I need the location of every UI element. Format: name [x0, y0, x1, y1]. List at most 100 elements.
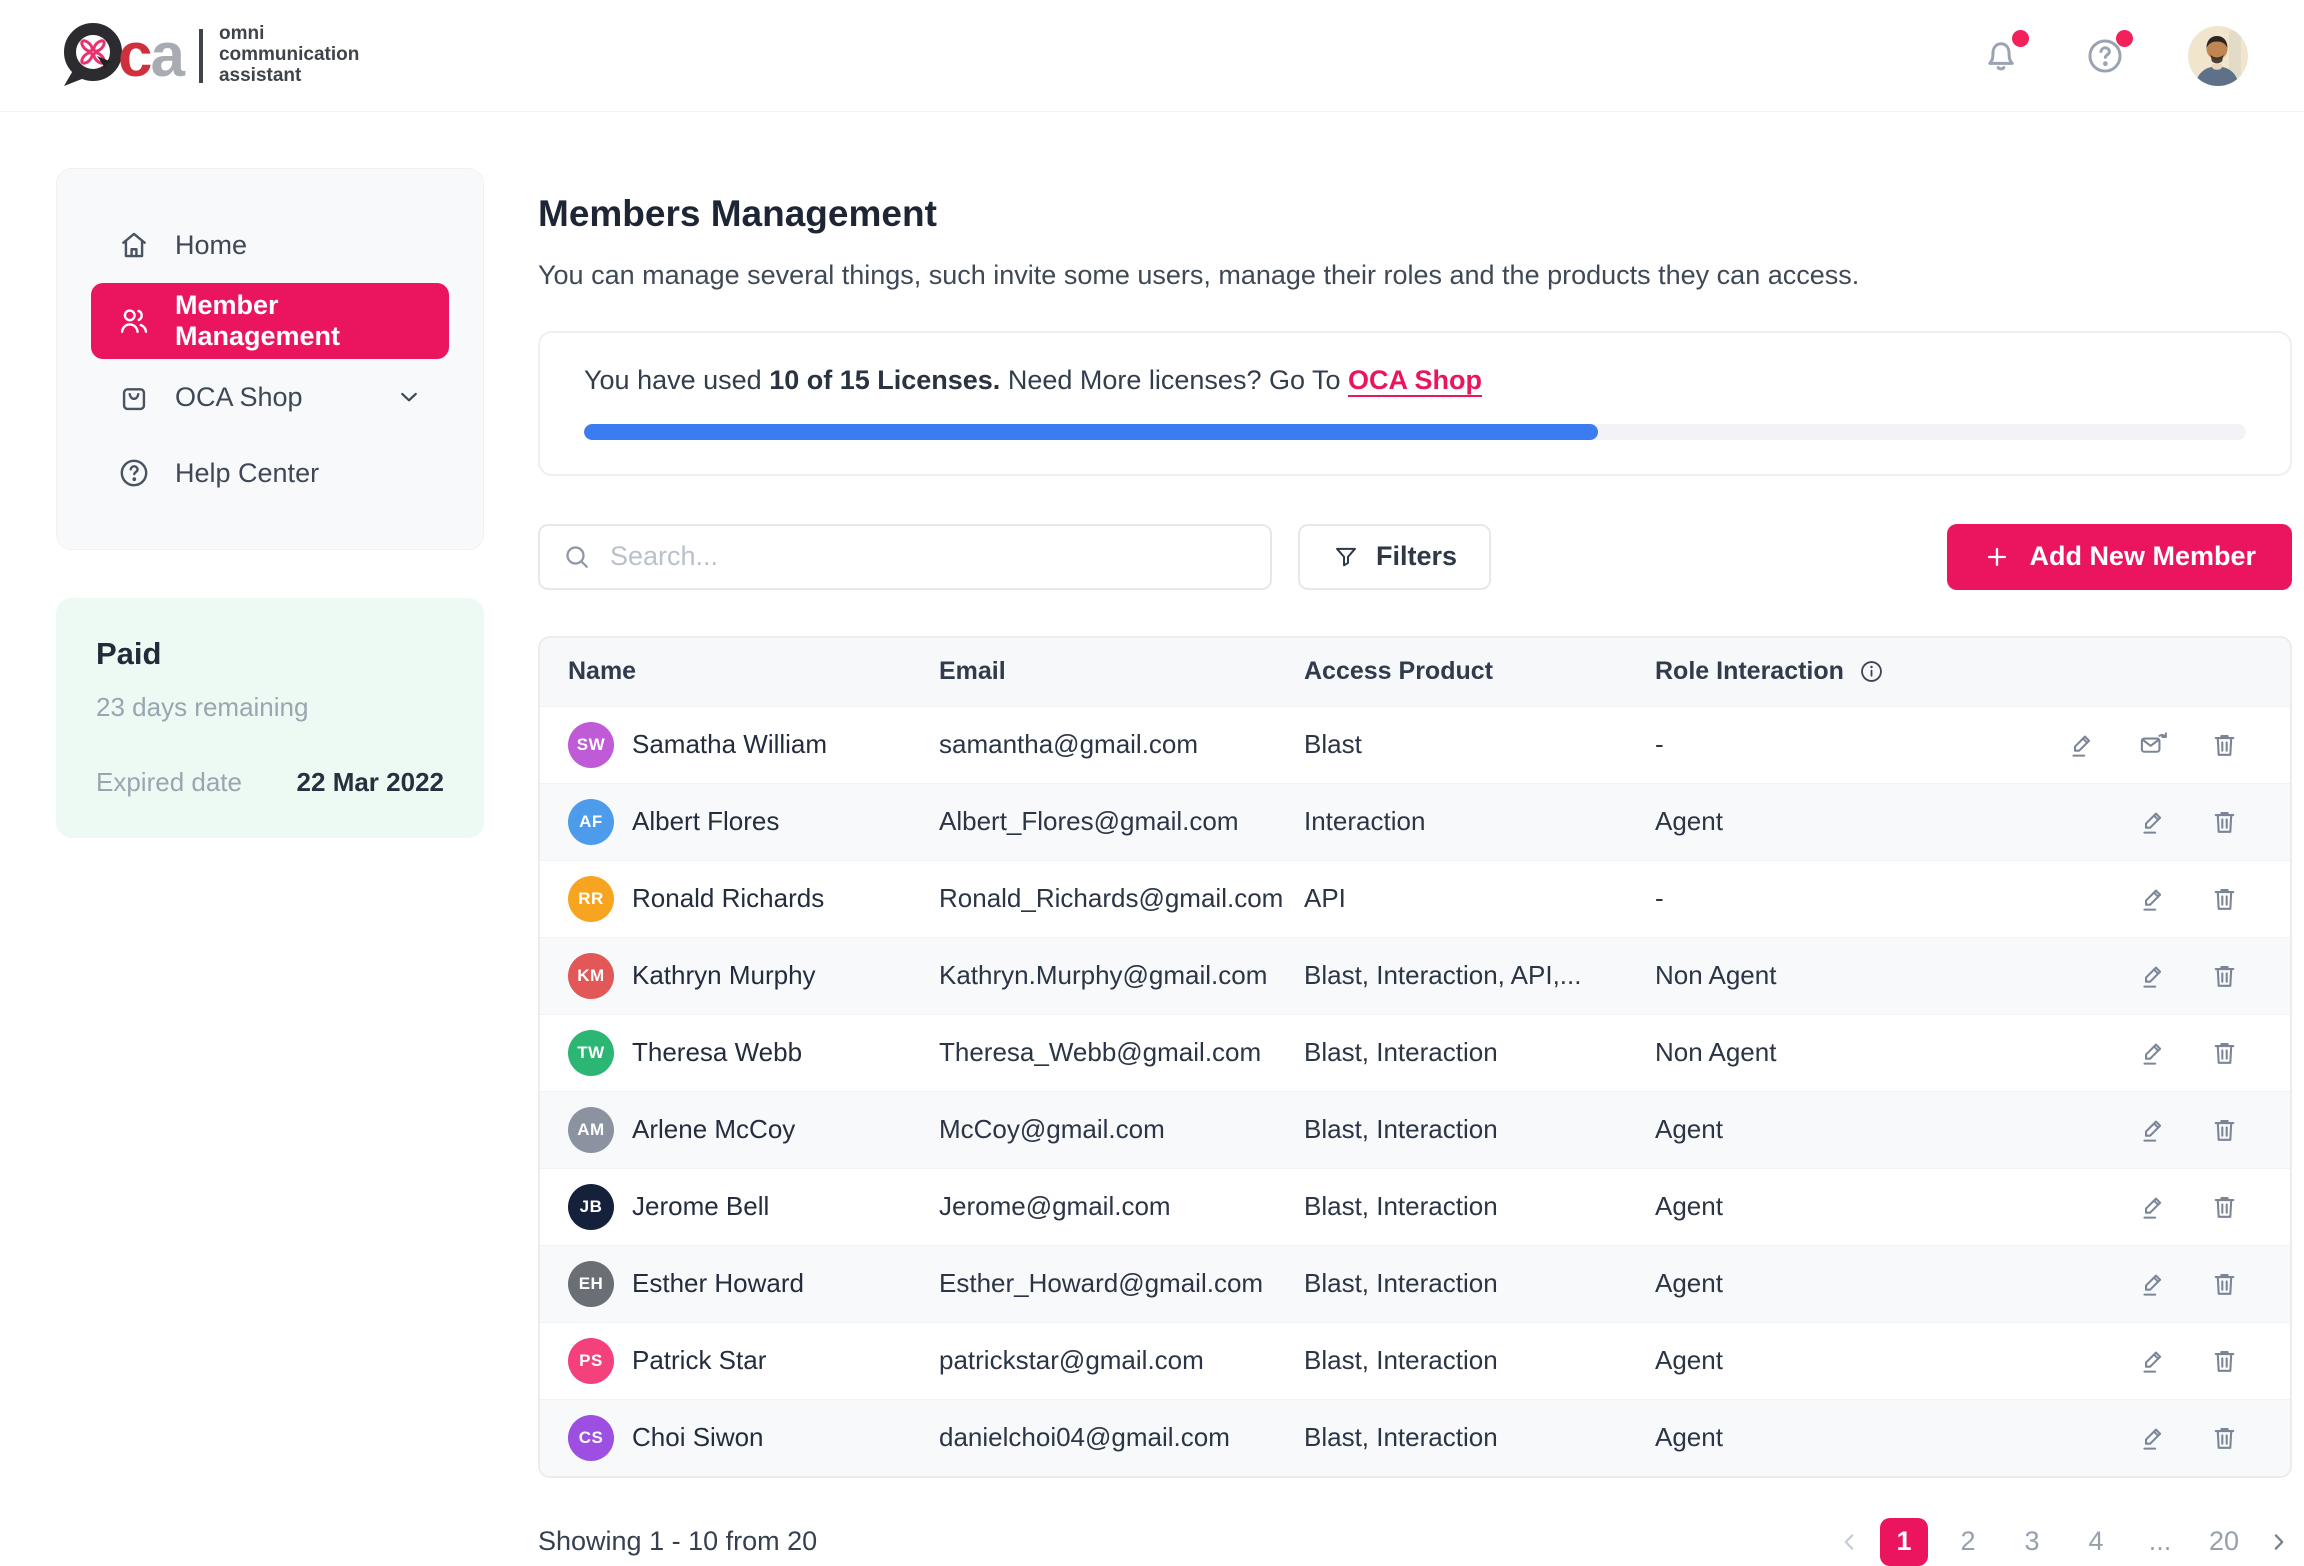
user-avatar[interactable] [2188, 26, 2248, 86]
member-avatar: AF [568, 799, 614, 845]
page-button-4[interactable]: 4 [2072, 1518, 2120, 1566]
next-page-button[interactable] [2264, 1528, 2292, 1556]
brand-divider [199, 29, 203, 83]
subscription-remaining: 23 days remaining [96, 692, 444, 723]
member-avatar: RR [568, 876, 614, 922]
edit-icon [2067, 729, 2098, 760]
delete-member-button[interactable] [2209, 1345, 2240, 1376]
delete-member-button[interactable] [2209, 1268, 2240, 1299]
edit-member-button[interactable] [2138, 806, 2169, 837]
sidebar-nav: Home Member Management OCA Shop [56, 168, 484, 550]
edit-icon [2138, 806, 2169, 837]
table-row: JB Jerome Bell Jerome@gmail.com Blast, I… [540, 1168, 2290, 1245]
brand-logo: c a omni communication assistant [56, 20, 359, 92]
page-button-3[interactable]: 3 [2008, 1518, 2056, 1566]
license-progress-track [584, 424, 2246, 440]
edit-icon [2138, 960, 2169, 991]
help-icon[interactable] [2084, 35, 2126, 77]
edit-icon [2138, 883, 2169, 914]
delete-member-button[interactable] [2209, 1037, 2240, 1068]
member-access: Blast, Interaction, API,... [1304, 960, 1655, 991]
sidebar-item-home[interactable]: Home [91, 207, 449, 283]
member-email: samantha@gmail.com [939, 729, 1304, 760]
column-header-access: Access Product [1304, 657, 1655, 686]
edit-member-button[interactable] [2138, 883, 2169, 914]
table-body: SW Samatha William samantha@gmail.com Bl… [540, 706, 2290, 1476]
edit-icon [2138, 1191, 2169, 1222]
member-email: Jerome@gmail.com [939, 1191, 1304, 1222]
edit-member-button[interactable] [2138, 1345, 2169, 1376]
sidebar-item-help-center[interactable]: Help Center [91, 435, 449, 511]
page-button-2[interactable]: 2 [1944, 1518, 1992, 1566]
subscription-status: Paid [96, 636, 444, 672]
trash-icon [2209, 1268, 2240, 1299]
chevron-down-icon[interactable] [395, 383, 423, 411]
edit-member-button[interactable] [2138, 1037, 2169, 1068]
search-input[interactable] [608, 540, 1248, 573]
page-button-1[interactable]: 1 [1880, 1518, 1928, 1566]
delete-member-button[interactable] [2209, 729, 2240, 760]
member-email: Esther_Howard@gmail.com [939, 1268, 1304, 1299]
member-access: API [1304, 883, 1655, 914]
delete-member-button[interactable] [2209, 883, 2240, 914]
delete-member-button[interactable] [2209, 1191, 2240, 1222]
member-name: Albert Flores [632, 806, 779, 837]
help-badge [2116, 30, 2133, 47]
edit-member-button[interactable] [2138, 960, 2169, 991]
main-content: Members Management You can manage severa… [538, 168, 2292, 1566]
shop-bag-icon [117, 380, 151, 414]
edit-member-button[interactable] [2138, 1191, 2169, 1222]
sidebar-item-label: OCA Shop [175, 382, 303, 413]
delete-member-button[interactable] [2209, 806, 2240, 837]
sidebar: Home Member Management OCA Shop [56, 168, 484, 838]
member-role: Agent [1655, 1422, 2005, 1453]
license-text: You have used 10 of 15 Licenses. Need Mo… [584, 365, 2246, 396]
edit-member-button[interactable] [2138, 1422, 2169, 1453]
resend-invite-button[interactable] [2138, 729, 2169, 760]
help-circle-icon [117, 456, 151, 490]
table-toolbar: Filters Add New Member [538, 524, 2292, 590]
member-email: danielchoi04@gmail.com [939, 1422, 1304, 1453]
edit-member-button[interactable] [2067, 729, 2098, 760]
members-table: Name Email Access Product Role Interacti… [538, 636, 2292, 1478]
previous-page-button[interactable] [1836, 1528, 1864, 1556]
add-new-member-button[interactable]: Add New Member [1947, 524, 2292, 590]
member-name: Kathryn Murphy [632, 960, 816, 991]
chevron-right-icon [2264, 1528, 2292, 1556]
member-role: Non Agent [1655, 960, 2005, 991]
page-button-20[interactable]: 20 [2200, 1518, 2248, 1566]
notification-bell-icon[interactable] [1980, 35, 2022, 77]
trash-icon [2209, 960, 2240, 991]
oca-shop-link[interactable]: OCA Shop [1348, 365, 1482, 395]
member-role: - [1655, 883, 2005, 914]
member-avatar: SW [568, 722, 614, 768]
tagline-line: omni [219, 24, 359, 45]
page-subtitle: You can manage several things, such invi… [538, 260, 2292, 291]
delete-member-button[interactable] [2209, 1114, 2240, 1145]
delete-member-button[interactable] [2209, 960, 2240, 991]
sidebar-item-member-management[interactable]: Member Management [91, 283, 449, 359]
brand-letter-a: a [150, 25, 184, 87]
table-row: AM Arlene McCoy McCoy@gmail.com Blast, I… [540, 1091, 2290, 1168]
edit-member-button[interactable] [2138, 1268, 2169, 1299]
member-access: Blast, Interaction [1304, 1114, 1655, 1145]
topbar-actions [1980, 26, 2248, 86]
info-icon[interactable] [1858, 658, 1885, 685]
plus-icon [1983, 543, 2011, 571]
edit-icon [2138, 1268, 2169, 1299]
pagination-summary: Showing 1 - 10 from 20 [538, 1526, 817, 1557]
member-avatar: EH [568, 1261, 614, 1307]
table-row: EH Esther Howard Esther_Howard@gmail.com… [540, 1245, 2290, 1322]
delete-member-button[interactable] [2209, 1422, 2240, 1453]
search-icon [562, 542, 592, 572]
pagination-pages: 1 2 3 4 ... 20 [1836, 1518, 2292, 1566]
trash-icon [2209, 883, 2240, 914]
notification-badge [2012, 30, 2029, 47]
chevron-left-icon [1836, 1528, 1864, 1556]
edit-icon [2138, 1037, 2169, 1068]
edit-member-button[interactable] [2138, 1114, 2169, 1145]
filters-button[interactable]: Filters [1298, 524, 1491, 590]
trash-icon [2209, 1422, 2240, 1453]
add-new-member-label: Add New Member [2029, 541, 2256, 572]
sidebar-item-oca-shop[interactable]: OCA Shop [91, 359, 449, 435]
